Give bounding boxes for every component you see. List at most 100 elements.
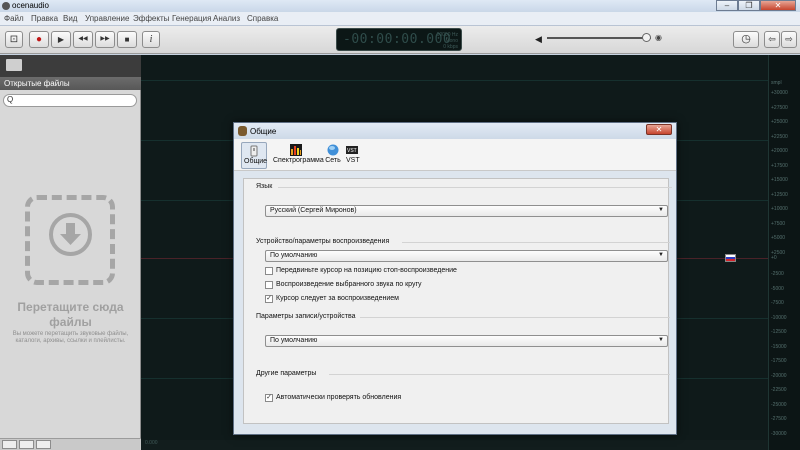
globe-icon: [327, 144, 339, 156]
minimize-button[interactable]: –: [716, 0, 738, 11]
ruler-unit: smpl: [771, 80, 782, 86]
open-files-header: Открытые файлы: [0, 77, 141, 90]
dialog-title-bar: Общие ✕: [234, 123, 676, 139]
option-label: Курсор следует за воспроизведением: [276, 295, 399, 302]
ruler-tick: +17500: [771, 163, 788, 169]
language-group-label: Язык: [256, 183, 273, 190]
recording-device-value: По умолчанию: [270, 337, 318, 344]
language-select[interactable]: Русский (Сергей Миронов) ▼: [265, 205, 668, 217]
ruler-tick: -15000: [771, 344, 787, 350]
ruler-tick: -7500: [771, 300, 784, 306]
tab-label: Спектрограмма: [273, 157, 324, 164]
preferences-dialog: Общие ✕ Общие Спектрограмма Сеть VST VST…: [233, 122, 677, 435]
ruler-tick: +27500: [771, 105, 788, 111]
amplitude-ruler: smpl +30000 +27500 +25000 +22500 +20000 …: [768, 55, 800, 450]
fast-forward-button[interactable]: ▶▶: [95, 31, 115, 48]
drop-title: Перетащите сюда файлы: [17, 300, 124, 329]
app-icon: [238, 126, 247, 136]
ruler-tick: -22500: [771, 387, 787, 393]
ruler-tick: +20000: [771, 148, 788, 154]
time-readout: -00:00:00.000: [343, 32, 452, 47]
info-button[interactable]: i: [142, 31, 160, 48]
menu-effects[interactable]: Эффекты: [133, 14, 169, 23]
view-grid-button[interactable]: [2, 440, 17, 449]
playback-device-value: По умолчанию: [270, 252, 318, 259]
option-label: Автоматически проверять обновления: [276, 394, 402, 401]
menu-generate[interactable]: Генерация: [172, 14, 211, 23]
tab-vst[interactable]: VST VST: [344, 142, 360, 169]
ruler-tick: -10000: [771, 315, 787, 321]
playback-group-label: Устройство/параметры воспроизведения: [256, 238, 390, 245]
follow-cursor-checkbox[interactable]: ✓: [265, 295, 273, 303]
sidebar-top: [0, 55, 141, 77]
sidebar: Открытые файлы Q Перетащите сюда файлы В…: [0, 55, 141, 450]
vst-icon: VST: [346, 144, 358, 156]
chevron-down-icon: ▼: [658, 337, 664, 343]
clock-menu-button[interactable]: ◷: [733, 31, 759, 48]
speaker-icon: ◉: [655, 33, 662, 42]
tab-spectrogram[interactable]: Спектрограмма: [271, 142, 324, 169]
window-title: ocenaudio: [12, 1, 49, 10]
tab-label: Сеть: [325, 157, 341, 164]
rewind-button[interactable]: ◀◀: [73, 31, 93, 48]
forward-button[interactable]: ⇨: [781, 31, 797, 48]
menu-help[interactable]: Справка: [247, 14, 278, 23]
ruler-tick: -5000: [771, 286, 784, 292]
ruler-tick: -12500: [771, 329, 787, 335]
folder-icon[interactable]: [6, 59, 22, 71]
view-details-button[interactable]: [36, 440, 51, 449]
menu-view[interactable]: Вид: [63, 14, 77, 23]
playback-device-select[interactable]: По умолчанию ▼: [265, 250, 668, 262]
ruler-tick: -25000: [771, 402, 787, 408]
option-label: Передвиньте курсор на позицию стоп-воспр…: [276, 267, 457, 274]
dialog-close-button[interactable]: ✕: [646, 124, 672, 135]
menu-control[interactable]: Управление: [85, 14, 129, 23]
record-button[interactable]: ●: [29, 31, 49, 48]
drop-zone[interactable]: [25, 195, 115, 285]
timeline-start-label: 0.000: [141, 440, 768, 450]
open-panel-button[interactable]: ⊡: [5, 31, 23, 48]
ruler-tick: -30000: [771, 431, 787, 437]
search-input[interactable]: Q: [3, 94, 137, 107]
auto-update-checkbox[interactable]: ✓: [265, 394, 273, 402]
general-icon: [248, 145, 260, 157]
menu-file[interactable]: Файл: [4, 14, 24, 23]
maximize-button[interactable]: ❐: [738, 0, 760, 11]
back-button[interactable]: ⇦: [764, 31, 780, 48]
tab-network[interactable]: Сеть: [323, 142, 343, 169]
close-button[interactable]: ✕: [760, 0, 796, 11]
option-label: Воспроизведение выбранного звука по круг…: [276, 281, 422, 288]
ruler-tick: -27500: [771, 416, 787, 422]
tab-general[interactable]: Общие: [241, 142, 267, 169]
ruler-tick: +5000: [771, 235, 786, 241]
dialog-title: Общие: [250, 127, 277, 136]
menu-edit[interactable]: Правка: [31, 14, 58, 23]
recording-device-select[interactable]: По умолчанию ▼: [265, 335, 668, 347]
ruler-tick: +0: [771, 255, 777, 261]
stop-button[interactable]: ■: [117, 31, 137, 48]
toolbar: ⊡ ● ▶ ◀◀ ▶▶ ■ i -00:00:00.000 00000 Hz M…: [0, 26, 800, 54]
ruler-tick: -20000: [771, 373, 787, 379]
ruler-tick: +10000: [771, 206, 788, 212]
ruler-tick: +30000: [771, 90, 788, 96]
volume-slider-handle[interactable]: [642, 33, 651, 42]
menu-bar: Файл Правка Вид Управление Эффекты Генер…: [0, 12, 800, 26]
language-select-value: Русский (Сергей Миронов): [270, 207, 357, 214]
ruler-tick: -17500: [771, 358, 787, 364]
tab-label: Общие: [244, 158, 268, 165]
drop-description: Вы можете перетащить звуковые файлы, кат…: [12, 331, 129, 344]
ruler-tick: +12500: [771, 192, 788, 198]
ruler-tick: -2500: [771, 271, 784, 277]
ruler-tick: +22500: [771, 134, 788, 140]
recording-group-label: Параметры записи/устройства: [256, 313, 356, 320]
move-cursor-checkbox[interactable]: [265, 267, 273, 275]
app-icon: [2, 2, 10, 10]
spectrogram-icon: [290, 144, 302, 156]
svg-text:VST: VST: [347, 148, 357, 154]
view-list-button[interactable]: [19, 440, 34, 449]
menu-analysis[interactable]: Анализ: [213, 14, 240, 23]
play-button[interactable]: ▶: [51, 31, 71, 48]
loop-playback-checkbox[interactable]: [265, 281, 273, 289]
general-settings-panel: Язык Русский (Сергей Миронов) ▼ Устройст…: [243, 178, 672, 424]
volume-slider-track[interactable]: [547, 37, 651, 39]
